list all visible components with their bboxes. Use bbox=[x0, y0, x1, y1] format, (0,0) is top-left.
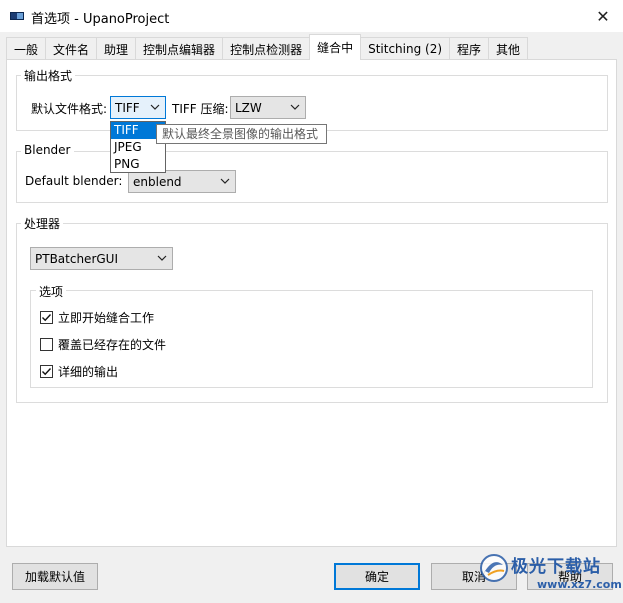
tab-cp-editor[interactable]: 控制点编辑器 bbox=[135, 37, 224, 60]
chevron-down-icon bbox=[290, 104, 300, 110]
default-blender-label: Default blender: bbox=[25, 174, 123, 188]
processor-title: 处理器 bbox=[21, 215, 64, 232]
default-format-select[interactable]: TIFF bbox=[110, 96, 166, 119]
tiff-compression-value: LZW bbox=[235, 100, 262, 115]
option-label: 覆盖已经存在的文件 bbox=[58, 338, 167, 352]
close-button[interactable]: ✕ bbox=[583, 0, 623, 32]
watermark: 极光下载站 www.xz7.com bbox=[477, 550, 623, 603]
default-blender-select[interactable]: enblend bbox=[128, 170, 236, 193]
tiff-compression-label: TIFF 压缩: bbox=[172, 102, 229, 116]
tiff-compression-select[interactable]: LZW bbox=[230, 96, 306, 119]
load-defaults-button[interactable]: 加载默认值 bbox=[12, 563, 98, 590]
default-format-label: 默认文件格式: bbox=[31, 102, 108, 116]
checkbox[interactable] bbox=[40, 365, 53, 378]
processor-value: PTBatcherGUI bbox=[35, 251, 118, 266]
chevron-down-icon bbox=[157, 255, 167, 261]
option-label: 详细的输出 bbox=[58, 365, 119, 379]
watermark-logo-icon bbox=[480, 554, 508, 582]
blender-title: Blender bbox=[21, 143, 74, 157]
ok-button[interactable]: 确定 bbox=[334, 563, 420, 590]
options-title: 选项 bbox=[36, 283, 67, 300]
tab-cp-detector[interactable]: 控制点检测器 bbox=[222, 37, 311, 60]
option-overwrite-existing[interactable]: 覆盖已经存在的文件 bbox=[40, 336, 166, 353]
tab-general[interactable]: 一般 bbox=[6, 37, 47, 60]
tab-stitching-2[interactable]: Stitching (2) bbox=[360, 37, 451, 60]
chevron-down-icon bbox=[150, 104, 160, 110]
dropdown-option-png[interactable]: PNG bbox=[111, 156, 165, 173]
option-start-immediately[interactable]: 立即开始缝合工作 bbox=[40, 309, 154, 326]
tab-stitching[interactable]: 缝合中 bbox=[309, 34, 362, 60]
checkmark-icon bbox=[42, 368, 52, 376]
watermark-url: www.xz7.com bbox=[537, 578, 622, 591]
checkmark-icon bbox=[42, 314, 52, 322]
option-label: 立即开始缝合工作 bbox=[58, 311, 155, 325]
window-title: 首选项 - UpanoProject bbox=[31, 12, 170, 27]
checkbox[interactable] bbox=[40, 311, 53, 324]
default-format-value: TIFF bbox=[115, 100, 140, 115]
option-verbose-output[interactable]: 详细的输出 bbox=[40, 363, 118, 380]
tab-misc[interactable]: 其他 bbox=[488, 37, 529, 60]
app-icon bbox=[10, 12, 24, 20]
title-bar: 首选项 - UpanoProject ✕ bbox=[0, 0, 623, 32]
watermark-text: 极光下载站 bbox=[511, 557, 601, 577]
checkbox[interactable] bbox=[40, 338, 53, 351]
tab-filename[interactable]: 文件名 bbox=[45, 37, 98, 60]
processor-select[interactable]: PTBatcherGUI bbox=[30, 247, 173, 270]
format-tooltip: 默认最终全景图像的输出格式 bbox=[156, 124, 327, 144]
default-blender-value: enblend bbox=[133, 174, 182, 189]
tab-assistant[interactable]: 助理 bbox=[96, 37, 137, 60]
tab-strip: 一般 文件名 助理 控制点编辑器 控制点检测器 缝合中 Stitching (2… bbox=[6, 34, 529, 60]
tab-programs[interactable]: 程序 bbox=[449, 37, 490, 60]
chevron-down-icon bbox=[220, 178, 230, 184]
output-format-title: 输出格式 bbox=[21, 67, 76, 84]
